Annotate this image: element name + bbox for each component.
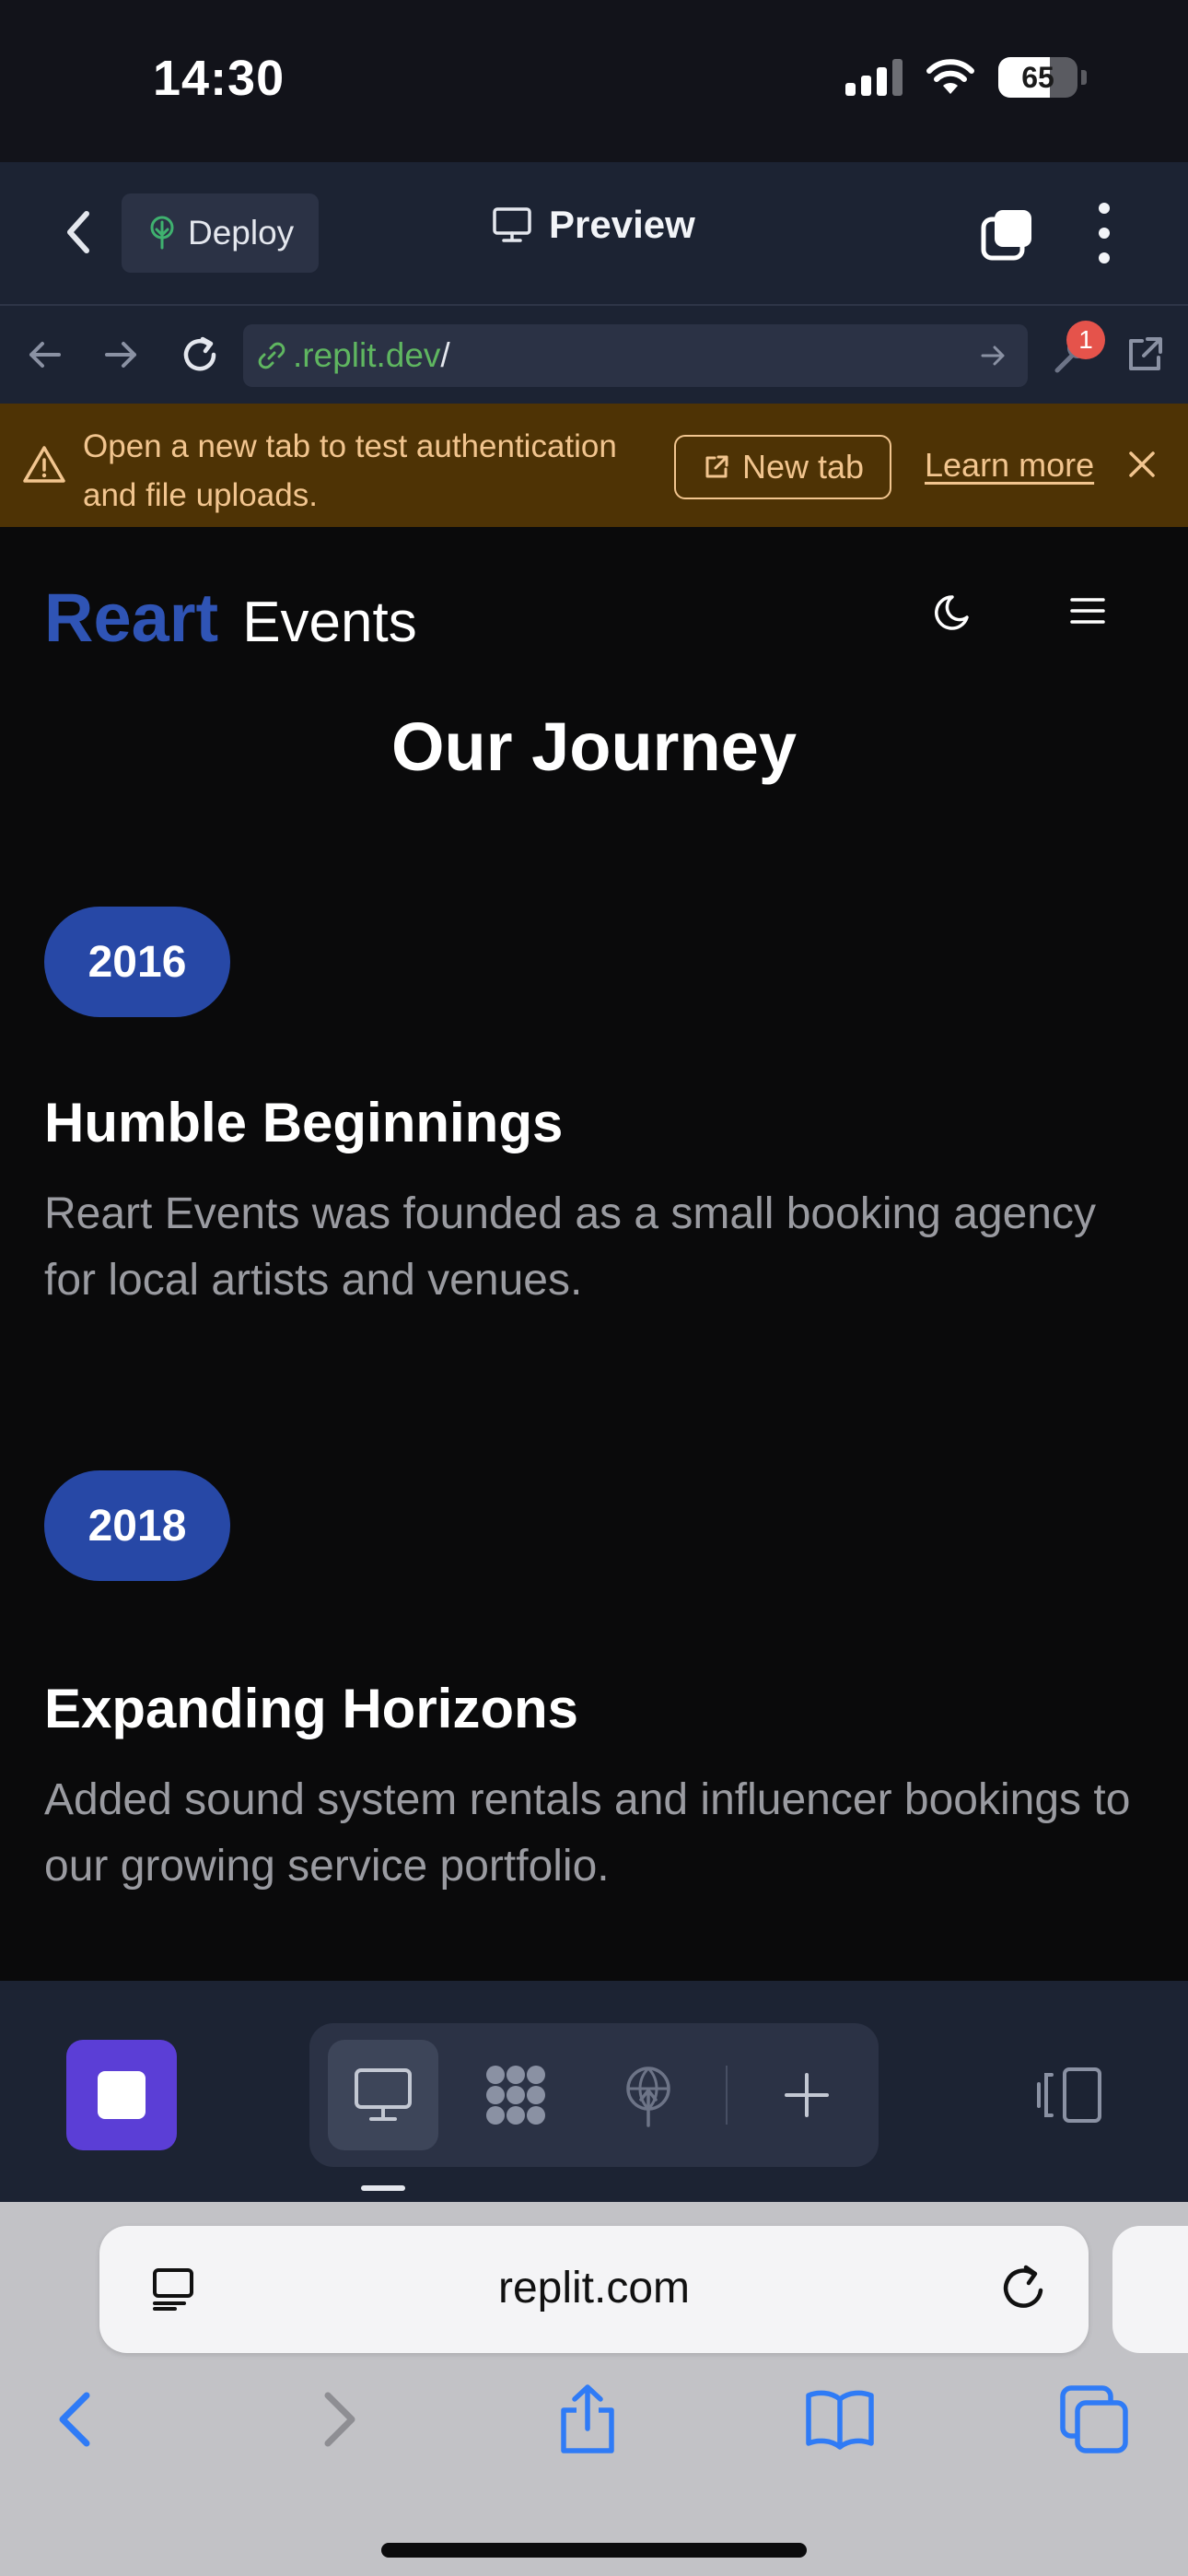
new-tab-label: New tab — [741, 448, 865, 486]
brand-suffix: Events — [242, 591, 417, 654]
year-badge: 2018 — [44, 1470, 230, 1581]
status-time: 14:30 — [153, 51, 285, 106]
url-path: / — [440, 336, 450, 374]
external-link-icon — [705, 455, 728, 478]
milestone-title: Humble Beginnings — [44, 1092, 564, 1153]
wifi-icon — [926, 59, 974, 94]
go-arrow-icon[interactable] — [978, 341, 1007, 370]
tabs-icon[interactable] — [980, 206, 1035, 262]
battery-percent: 65 — [1021, 60, 1054, 94]
section-title: Our Journey — [391, 708, 797, 785]
warning-icon — [23, 446, 65, 483]
replit-bottom-toolbar — [0, 1981, 1188, 2202]
site-logo[interactable]: Reart Events — [44, 579, 417, 657]
plus-icon — [785, 2073, 829, 2117]
battery-icon: 65 — [998, 57, 1077, 98]
agent-tool-button[interactable] — [460, 2040, 571, 2150]
replit-header: Deploy Preview — [0, 162, 1188, 304]
status-indicators: 65 — [845, 57, 1087, 98]
safari-back-icon[interactable] — [41, 2383, 114, 2456]
moon-icon[interactable] — [932, 588, 980, 636]
safari-tabs-icon[interactable] — [1057, 2383, 1131, 2456]
close-banner-icon[interactable] — [1125, 448, 1159, 481]
add-tool-button[interactable] — [751, 2040, 862, 2150]
agent-icon — [486, 2066, 545, 2125]
preview-url-input[interactable]: .replit.dev / — [243, 324, 1028, 387]
safari-toolbar: replit.com — [0, 2202, 1188, 2576]
preview-url-row: .replit.dev / — [0, 304, 1188, 404]
workspace-tool-group — [309, 2023, 879, 2167]
deploy-label: Deploy — [188, 214, 295, 252]
back-chevron-icon[interactable] — [57, 206, 99, 258]
deploy-icon — [150, 216, 174, 250]
deployments-tool-button[interactable] — [593, 2040, 704, 2150]
safari-address-text: replit.com — [497, 2264, 691, 2313]
toolbar-divider — [726, 2066, 728, 2125]
website-preview: Reart Events Our Journey 2016 Humble Beg… — [0, 527, 1188, 1981]
share-icon[interactable] — [551, 2383, 624, 2456]
auth-warning-banner: Open a new tab to test authentication an… — [0, 404, 1188, 527]
home-indicator — [381, 2543, 807, 2558]
cellular-signal-icon — [845, 59, 903, 96]
url-host: .replit.dev — [293, 336, 441, 374]
nav-forward-arrow-icon[interactable] — [98, 332, 144, 378]
panel-switch-icon[interactable] — [1033, 2066, 1103, 2125]
ios-status-bar: 14:30 65 — [0, 0, 1188, 162]
link-icon — [258, 342, 285, 369]
safari-address-bar[interactable]: replit.com — [99, 2226, 1089, 2353]
deploy-button[interactable]: Deploy — [122, 193, 319, 273]
stop-icon — [98, 2071, 146, 2119]
safari-reload-icon[interactable] — [996, 2261, 1052, 2316]
brand-name: Reart — [44, 580, 219, 656]
milestone-description: Reart Events was founded as a small book… — [44, 1189, 1096, 1305]
refresh-icon[interactable] — [177, 332, 223, 378]
warning-message: Open a new tab to test authentication an… — [83, 428, 617, 513]
monitor-icon — [355, 2068, 412, 2121]
globe-upload-icon — [626, 2067, 670, 2127]
preview-title: Preview — [549, 203, 695, 246]
active-tab-indicator — [361, 2185, 405, 2191]
monitor-icon — [493, 207, 531, 242]
stop-button[interactable] — [66, 2040, 177, 2150]
milestone-title: Expanding Horizons — [44, 1678, 579, 1739]
next-tab-card[interactable] — [1112, 2226, 1188, 2353]
preview-tool-button[interactable] — [328, 2040, 438, 2150]
more-options-icon[interactable] — [1090, 203, 1118, 263]
new-tab-button[interactable]: New tab — [674, 435, 891, 499]
safari-forward-icon[interactable] — [300, 2383, 374, 2456]
milestone-description: Added sound system rentals and influence… — [44, 1775, 1131, 1891]
learn-more-link[interactable]: Learn more — [925, 446, 1094, 485]
nav-back-arrow-icon[interactable] — [22, 332, 68, 378]
year-badge: 2016 — [44, 907, 230, 1017]
open-external-icon[interactable] — [1122, 332, 1168, 378]
preview-tab-title: Preview — [492, 203, 695, 247]
bookmarks-icon[interactable] — [803, 2383, 877, 2456]
notification-badge: 1 — [1066, 321, 1105, 359]
hamburger-menu-icon[interactable] — [1066, 590, 1109, 632]
